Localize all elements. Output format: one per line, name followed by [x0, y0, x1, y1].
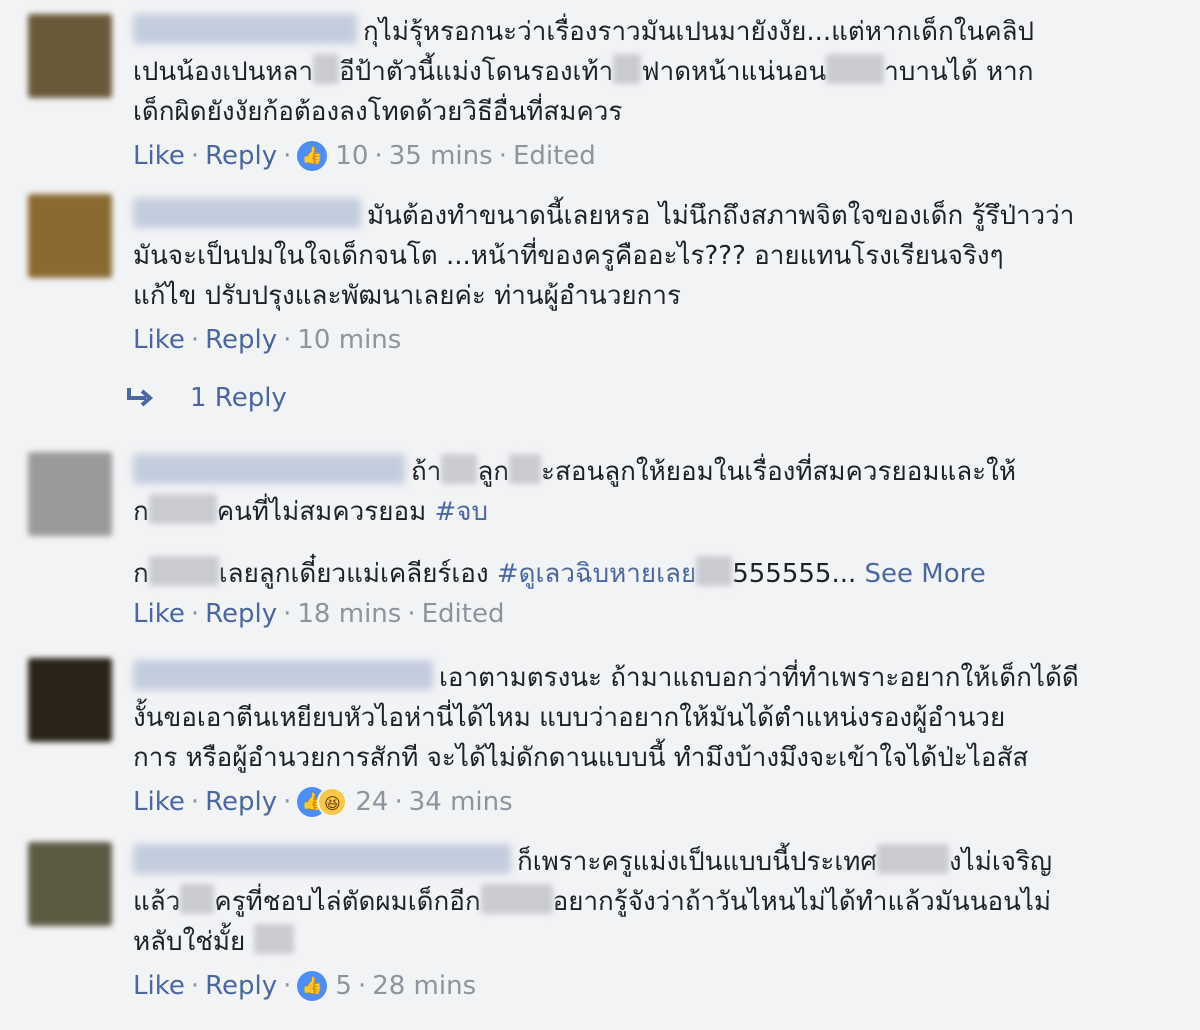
like-link[interactable]: Like [133, 966, 185, 1006]
avatar[interactable] [28, 842, 112, 926]
like-reaction-icon[interactable]: 👍 [297, 971, 328, 1001]
hashtag-link[interactable]: #จบ [435, 497, 489, 527]
reaction-count[interactable]: 24 [355, 782, 388, 822]
reply-link[interactable]: Reply [205, 320, 277, 360]
redacted-text [613, 54, 642, 84]
reaction-count[interactable]: 5 [335, 966, 352, 1006]
reply-arrow-icon [127, 388, 154, 407]
edited-label[interactable]: Edited [513, 136, 596, 176]
comment-actions: Like · Reply · 10 mins [133, 320, 1163, 360]
reply-link[interactable]: Reply [205, 782, 277, 822]
reaction-count[interactable]: 10 [335, 136, 368, 176]
comment-text: กุไม่รุ้หรอกนะว่าเรื่องราวมันเปนมายังงัย… [133, 12, 1163, 52]
avatar[interactable] [28, 14, 112, 98]
reply-link[interactable]: Reply [205, 136, 277, 176]
comment-actions: Like · Reply · 👍 😆 24 · 34 mins [133, 782, 1163, 822]
avatar[interactable] [28, 194, 112, 278]
haha-reaction-icon[interactable]: 😆 [317, 787, 348, 817]
reply-link[interactable]: Reply [205, 966, 277, 1006]
like-link[interactable]: Like [133, 594, 185, 634]
comment-actions: Like · Reply · 👍 10 · 35 mins · Edited [133, 136, 1163, 176]
like-link[interactable]: Like [133, 782, 185, 822]
avatar[interactable] [28, 452, 112, 536]
edited-label[interactable]: Edited [422, 594, 505, 634]
timestamp[interactable]: 18 mins [297, 594, 401, 634]
timestamp[interactable]: 35 mins [389, 136, 493, 176]
see-more-link[interactable]: See More [865, 559, 986, 589]
avatar[interactable] [28, 658, 112, 742]
comment-actions: Like · Reply · 👍 5 · 28 mins [133, 966, 1163, 1006]
timestamp[interactable]: 10 mins [297, 320, 401, 360]
commenter-name[interactable] [133, 844, 511, 874]
comment-actions: Like · Reply · 18 mins · Edited [133, 594, 1163, 634]
commenter-name[interactable] [133, 198, 361, 228]
redacted-text [826, 54, 885, 84]
hashtag-link[interactable]: #ดูเลวฉิบหายเลย [497, 559, 696, 589]
commenter-name[interactable] [133, 660, 433, 690]
commenter-name[interactable] [133, 14, 357, 44]
timestamp[interactable]: 28 mins [372, 966, 476, 1006]
like-reaction-icon[interactable]: 👍 [297, 141, 328, 171]
redacted-text [313, 54, 340, 84]
reply-link[interactable]: Reply [205, 594, 277, 634]
like-link[interactable]: Like [133, 320, 185, 360]
timestamp[interactable]: 34 mins [409, 782, 513, 822]
like-link[interactable]: Like [133, 136, 185, 176]
view-replies-link[interactable]: 1 Reply [126, 378, 287, 418]
commenter-name[interactable] [133, 454, 405, 484]
